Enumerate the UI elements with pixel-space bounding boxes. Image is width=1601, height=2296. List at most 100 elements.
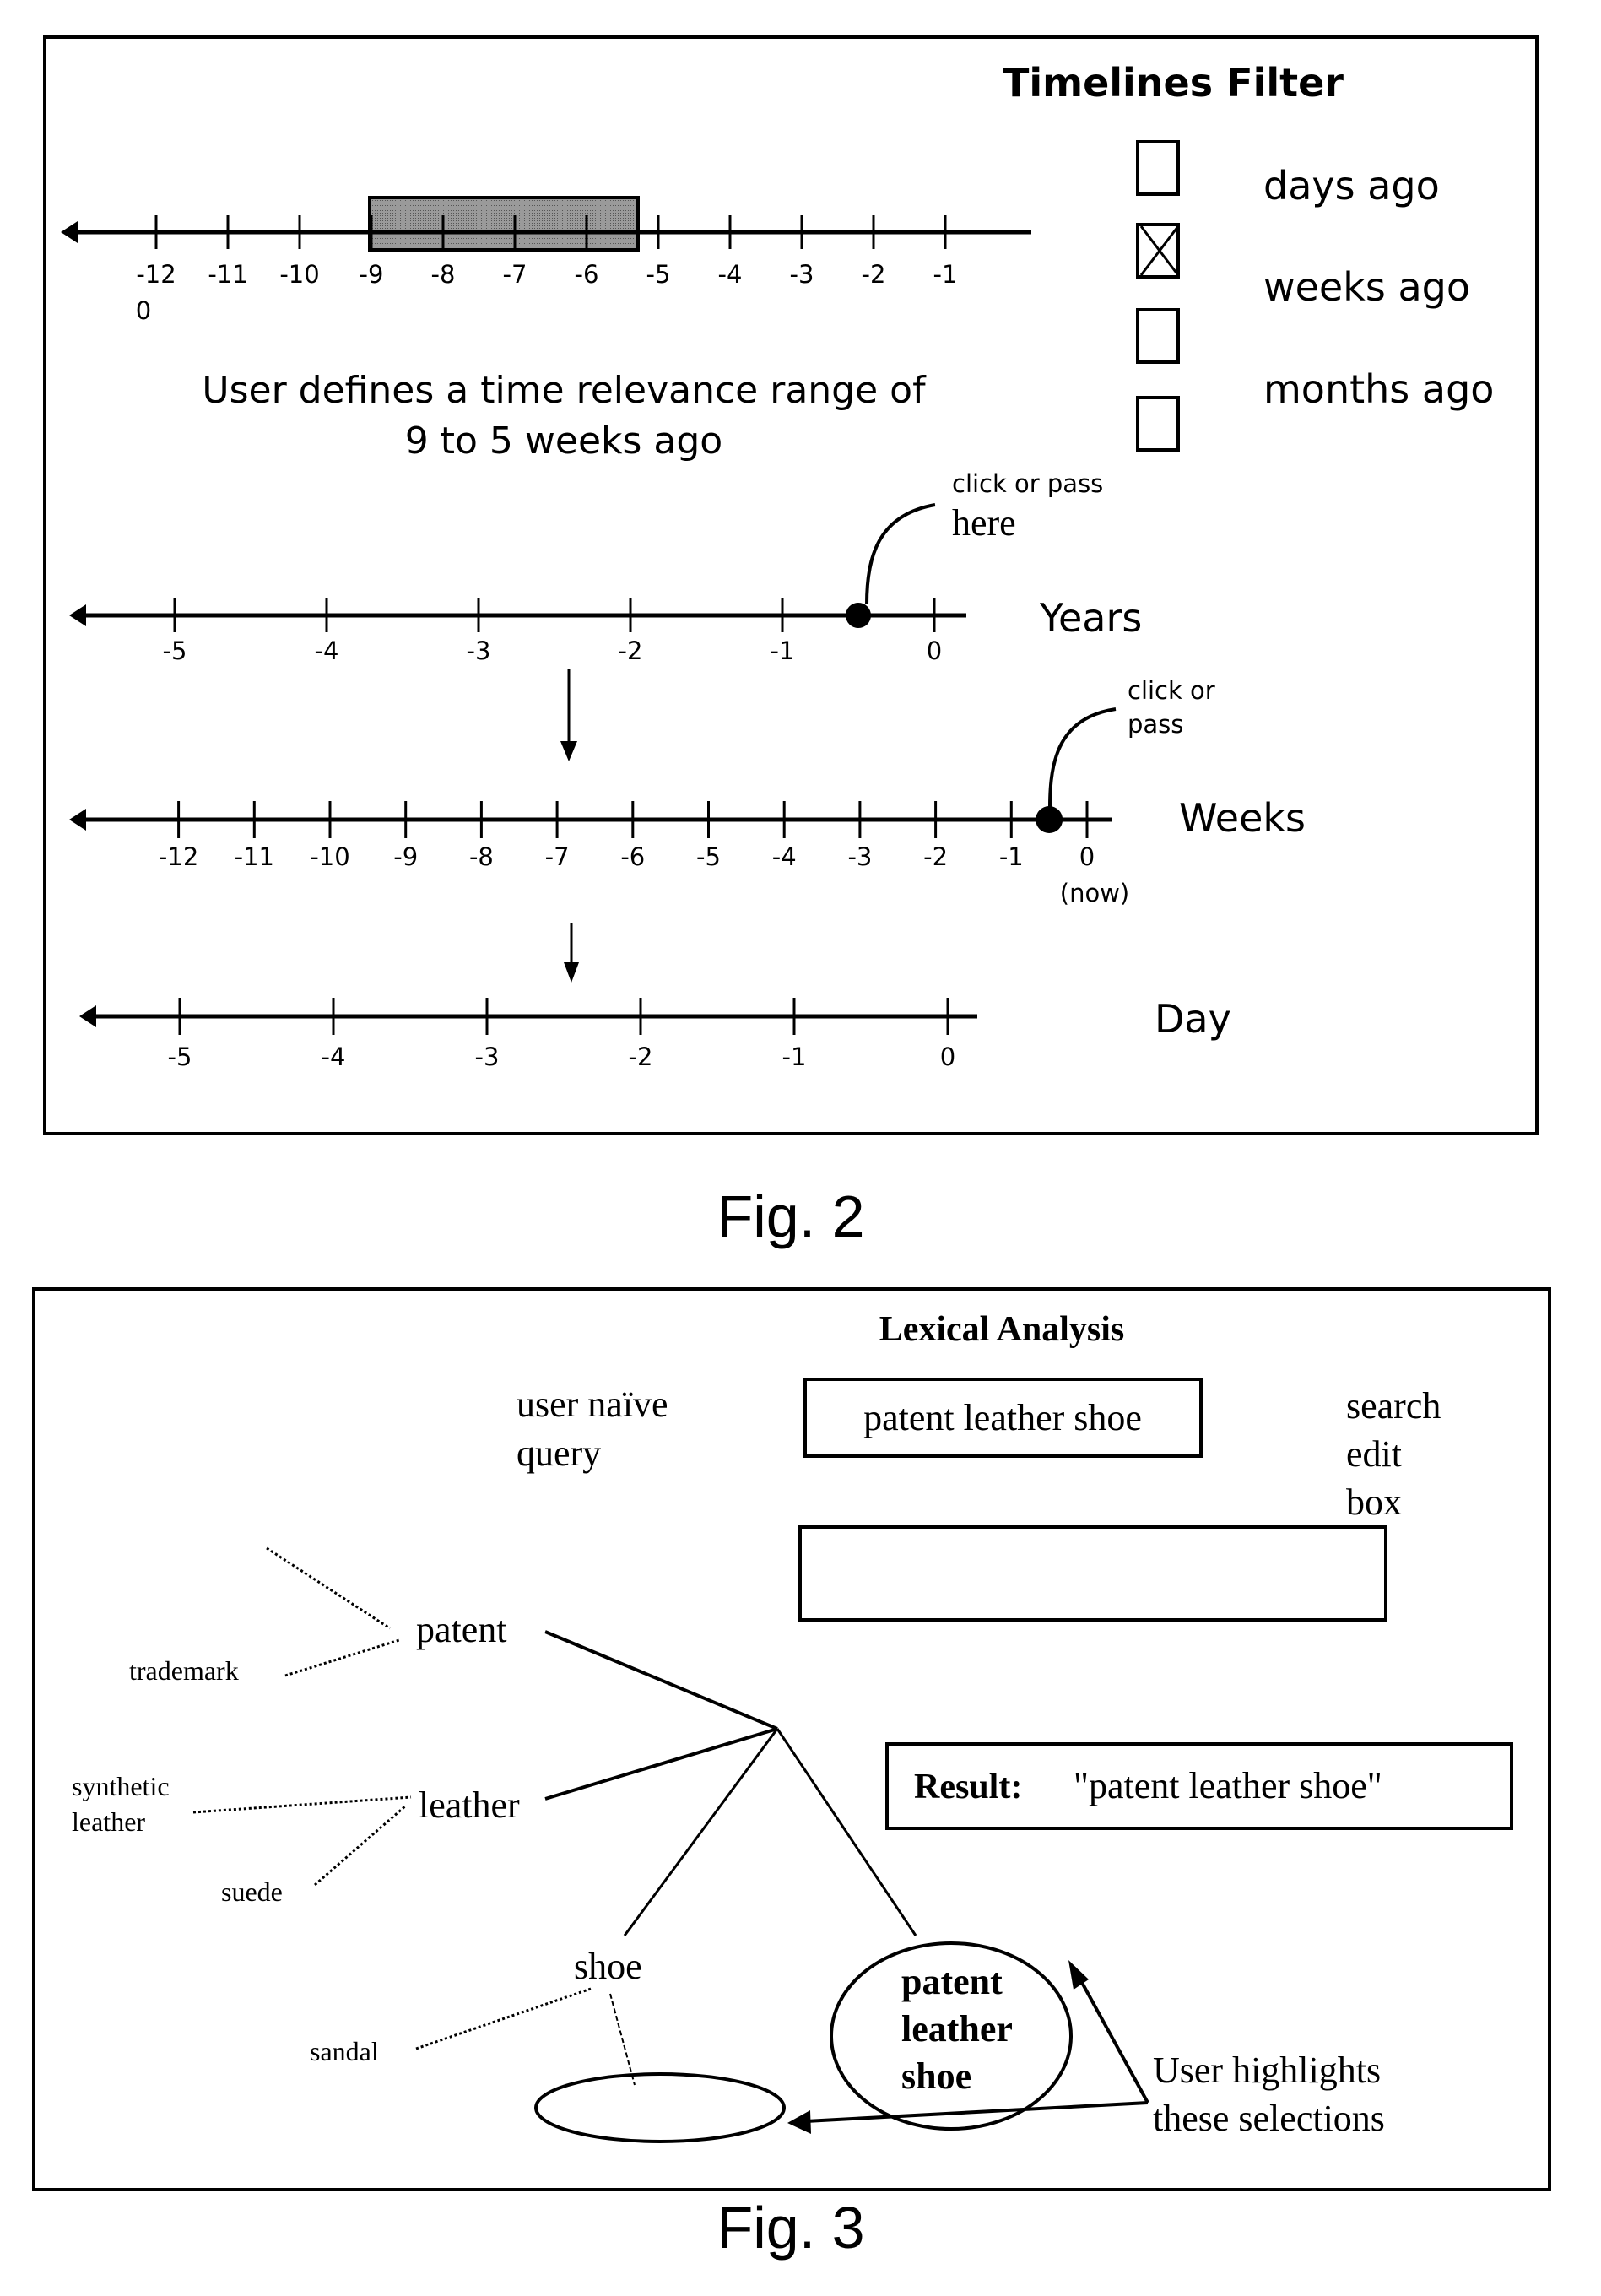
figure-2-caption: Fig. 2: [717, 1183, 864, 1249]
axis-tick-label: -10: [310, 842, 349, 871]
filter-checkbox-weeks-ago[interactable]: [1136, 223, 1180, 279]
combined-term-line-3: shoe: [901, 2055, 971, 2097]
naive-query-label-line-2: query: [517, 1432, 601, 1474]
combined-term-selection[interactable]: patent leather shoe: [830, 1941, 1073, 2131]
axis-tick-label: -6: [620, 842, 645, 871]
search-edit-box[interactable]: [798, 1525, 1387, 1622]
axis-tick-label: -11: [208, 260, 247, 289]
axis-tick-label: -6: [575, 260, 599, 289]
tree-term-shoe[interactable]: shoe: [574, 1946, 642, 1987]
term-tree: patent leather shoe trademark synthetic …: [72, 1546, 1385, 2143]
range-timeline: -12 -11 -10 -9 -8 -7 -6 -5 -4 -3 -2 -1: [61, 196, 1031, 289]
years-timeline-label: Years: [1039, 595, 1142, 641]
axis-tick-label: -10: [279, 260, 319, 289]
patent-figure-canvas: Timelines Filter days ago weeks ago months…: [32, 35, 1551, 2261]
axis-tick-label: -8: [469, 842, 494, 871]
axis-tick-label: -5: [163, 636, 187, 665]
synonym-synthetic-leather[interactable]: leather: [72, 1806, 145, 1837]
tree-term-patent[interactable]: patent: [416, 1609, 507, 1650]
tree-term-leather[interactable]: leather: [419, 1784, 520, 1826]
axis-tick-label: -3: [790, 260, 814, 289]
weeks-now-label: (now): [1060, 879, 1129, 907]
shoe-to-blank-edge: [609, 1993, 636, 2086]
search-edit-label-2: edit: [1346, 1433, 1402, 1475]
axis-tick-label: -4: [772, 842, 797, 871]
axis-tick-label: -1: [771, 636, 795, 665]
axis-tick-label: -12: [136, 260, 176, 289]
day-timeline: -5 -4 -3 -2 -1 0: [79, 998, 977, 1071]
axis-tick-label: -2: [923, 842, 948, 871]
result-box: Result: "patent leather shoe": [885, 1742, 1513, 1830]
synonym-suede[interactable]: suede: [221, 1876, 283, 1907]
axis-tick-label: -4: [322, 1042, 346, 1071]
axis-tick-label: -3: [475, 1042, 500, 1071]
filter-checkbox-days-ago[interactable]: [1136, 140, 1180, 196]
synonym-synthetic[interactable]: synthetic: [72, 1771, 170, 1801]
down-arrow-icon: [560, 669, 577, 761]
description-line-2: 9 to 5 weeks ago: [405, 420, 722, 463]
synonym-edge-synthetic-leather: [192, 1795, 412, 1814]
years-marker-dot[interactable]: [846, 603, 871, 628]
filter-label-months-ago: months ago: [1263, 366, 1494, 412]
axis-tick-label: -8: [431, 260, 456, 289]
left-arrow-icon: [69, 809, 86, 831]
axis-tick-label: -4: [315, 636, 339, 665]
axis-tick-label: 0: [927, 636, 942, 665]
axis-tick-label: -9: [360, 260, 384, 289]
axis-tick-label: -5: [168, 1042, 192, 1071]
axis-tick-label: -9: [393, 842, 418, 871]
weeks-timeline: -12 -11 -10 -9 -8 -7 -6 -5 -4 -3 -2 -1 0: [69, 801, 1112, 871]
axis-tick-label: -4: [718, 260, 743, 289]
synonym-edge-suede: [314, 1804, 407, 1887]
axis-tick-label: -11: [235, 842, 274, 871]
empty-selection-ellipse[interactable]: [534, 2072, 786, 2143]
axis-tick-label: -3: [847, 842, 872, 871]
years-timeline: -5 -4 -3 -2 -1 0: [69, 598, 966, 665]
combined-term-line-2: leather: [901, 2008, 1013, 2050]
synonym-edge-trademark: [284, 1638, 400, 1677]
filter-label-days-ago: days ago: [1263, 163, 1440, 208]
figure-3: Lexical Analysis user naïve query patent…: [32, 1287, 1551, 2191]
left-arrow-icon: [69, 604, 86, 626]
range-timeline-stray-label: 0: [136, 296, 151, 325]
result-label: Result:: [914, 1768, 1022, 1806]
timelines-filter-checkboxes: days ago weeks ago months ago: [1136, 140, 1494, 452]
lexical-analysis-title: Lexical Analysis: [879, 1310, 1125, 1349]
axis-tick-label: 0: [940, 1042, 955, 1071]
description-line-1: User defines a time relevance range of: [202, 369, 927, 412]
tree-edge-patent: [544, 1630, 778, 1730]
filter-checkbox-months-ago[interactable]: [1136, 396, 1180, 452]
tree-edge-leather: [544, 1727, 778, 1801]
figure-2: Timelines Filter days ago weeks ago months…: [43, 35, 1539, 1135]
filter-label-weeks-ago: weeks ago: [1263, 264, 1470, 310]
down-arrow-icon: [564, 923, 579, 983]
axis-tick-label: -1: [782, 1042, 807, 1071]
axis-tick-label: -2: [619, 636, 643, 665]
axis-tick-label: 0: [1079, 842, 1095, 871]
annotation-line-1: User highlights: [1153, 2050, 1381, 2091]
weeks-marker-dot[interactable]: [1036, 806, 1063, 833]
axis-tick-label: -1: [999, 842, 1024, 871]
tree-edge-shoe: [623, 1728, 779, 1936]
search-edit-label-1: search: [1346, 1385, 1441, 1427]
naive-query-value: patent leather shoe: [863, 1397, 1142, 1438]
filter-checkbox-unlabeled[interactable]: [1136, 308, 1180, 364]
synonym-edge-sandal: [415, 1987, 592, 2050]
axis-tick-label: -7: [545, 842, 570, 871]
weeks-timeline-label: Weeks: [1179, 795, 1306, 841]
search-edit-label-3: box: [1346, 1481, 1402, 1523]
naive-query-label-line-1: user naïve: [517, 1384, 668, 1425]
left-arrow-icon: [61, 221, 78, 243]
day-timeline-label: Day: [1155, 996, 1231, 1042]
axis-tick-label: -5: [696, 842, 721, 871]
selected-range-highlight[interactable]: [368, 196, 640, 252]
synonym-sandal[interactable]: sandal: [310, 2036, 379, 2066]
result-value: "patent leather shoe": [1074, 1765, 1382, 1806]
axis-tick-label: -3: [467, 636, 491, 665]
arrow-head-icon: [1068, 1960, 1089, 1990]
arrow-head-icon: [787, 2110, 811, 2134]
synonym-trademark[interactable]: trademark: [129, 1655, 239, 1686]
years-callout-line-1: click or pass: [952, 469, 1103, 498]
axis-tick-label: -7: [503, 260, 527, 289]
naive-query-box[interactable]: patent leather shoe: [803, 1378, 1203, 1458]
